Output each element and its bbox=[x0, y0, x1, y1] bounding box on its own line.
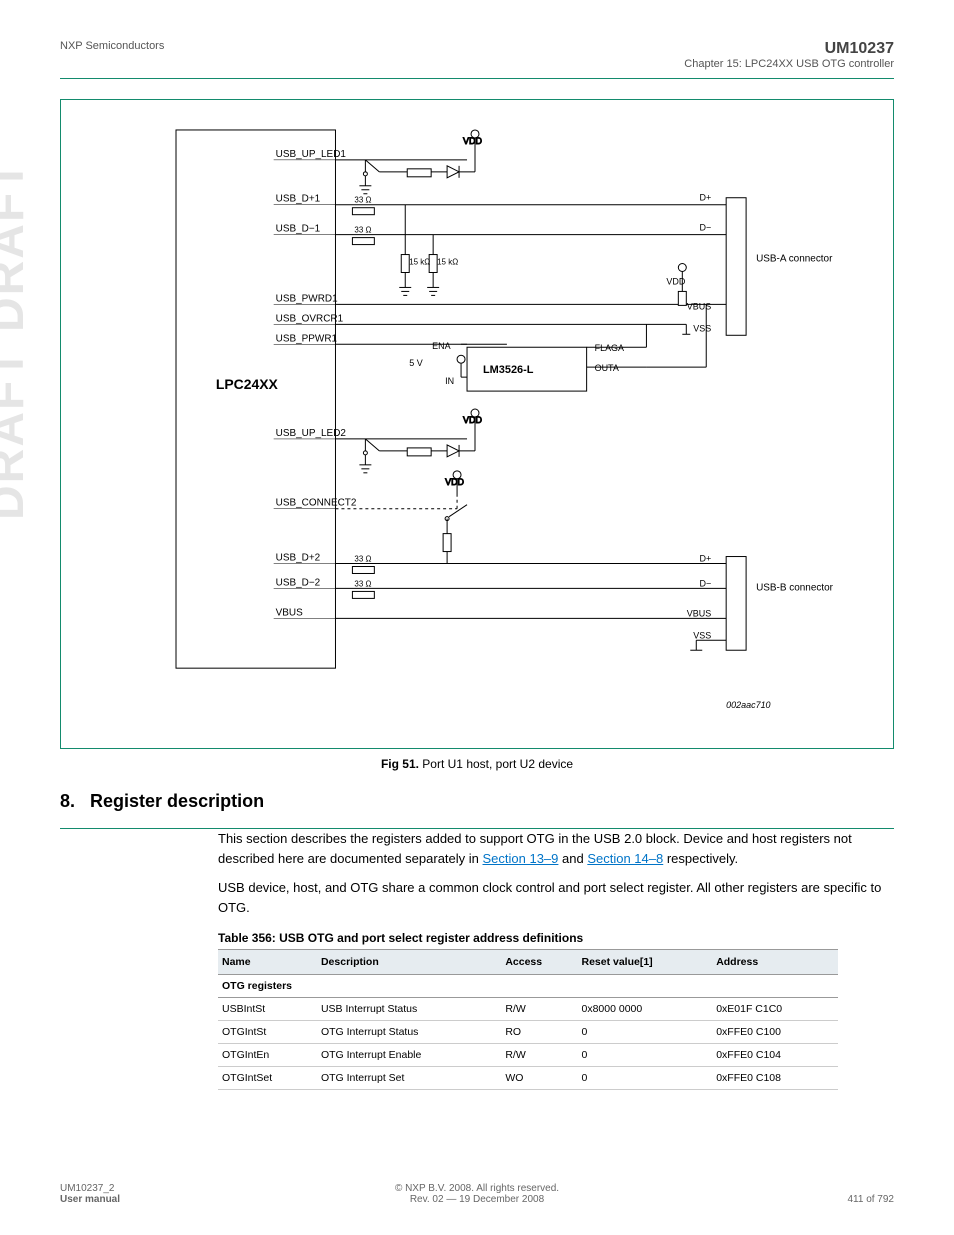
register-table: Name Description Access Reset value[1] A… bbox=[218, 949, 838, 1090]
svg-text:USB_D−1: USB_D−1 bbox=[276, 224, 321, 235]
svg-text:USB_UP_LED1: USB_UP_LED1 bbox=[276, 149, 347, 160]
svg-text:FLAGA: FLAGA bbox=[595, 343, 624, 353]
svg-text:D+: D+ bbox=[699, 193, 711, 203]
section-heading: 8. Register description bbox=[60, 791, 894, 812]
svg-text:VDD: VDD bbox=[666, 276, 685, 286]
figure-box: LPC24XX bbox=[60, 99, 894, 749]
col-access: Access bbox=[501, 950, 577, 975]
svg-text:002aac710: 002aac710 bbox=[726, 700, 770, 710]
svg-text:15 kΩ: 15 kΩ bbox=[409, 258, 430, 267]
svg-text:ENA: ENA bbox=[432, 341, 450, 351]
table-row: OTGIntStOTG Interrupt StatusRO00xFFE0 C1… bbox=[218, 1021, 838, 1044]
svg-text:33 Ω: 33 Ω bbox=[354, 226, 371, 235]
svg-text:USB-B connector: USB-B connector bbox=[756, 582, 834, 593]
svg-text:D−: D− bbox=[699, 223, 711, 233]
svg-text:VBUS: VBUS bbox=[687, 301, 711, 311]
header-left: NXP Semiconductors bbox=[60, 40, 164, 70]
header-chapter: Chapter 15: LPC24XX USB OTG controller bbox=[684, 58, 894, 70]
svg-text:VDD: VDD bbox=[463, 136, 482, 146]
draft-watermark: DRAFT DRAFT bbox=[0, 159, 35, 520]
svg-text:VBUS: VBUS bbox=[276, 607, 303, 618]
svg-text:15 kΩ: 15 kΩ bbox=[437, 258, 458, 267]
figure-caption: Fig 51. Port U1 host, port U2 device bbox=[60, 757, 894, 771]
svg-text:33 Ω: 33 Ω bbox=[354, 579, 371, 588]
table-row: USBIntStUSB Interrupt StatusR/W0x8000 00… bbox=[218, 998, 838, 1021]
col-reset: Reset value[1] bbox=[577, 950, 712, 975]
svg-text:VDD: VDD bbox=[463, 415, 482, 425]
link-section-13-9[interactable]: Section 13–9 bbox=[483, 851, 559, 866]
lpc-label: LPC24XX bbox=[216, 376, 279, 392]
table-row: OTGIntSetOTG Interrupt SetWO00xFFE0 C108 bbox=[218, 1067, 838, 1090]
col-addr: Address bbox=[712, 950, 838, 975]
page-footer: UM10237_2User manual © NXP B.V. 2008. Al… bbox=[60, 1183, 894, 1205]
svg-text:IN: IN bbox=[445, 376, 454, 386]
svg-text:5 V: 5 V bbox=[409, 358, 422, 368]
svg-text:USB_D−2: USB_D−2 bbox=[276, 577, 321, 588]
svg-text:USB-A connector: USB-A connector bbox=[756, 254, 833, 265]
link-section-14-8[interactable]: Section 14–8 bbox=[587, 851, 663, 866]
header-doc: UM10237 bbox=[684, 40, 894, 58]
col-name: Name bbox=[218, 950, 317, 975]
paragraph-2: USB device, host, and OTG share a common… bbox=[218, 878, 894, 917]
table-subheader: OTG registers bbox=[218, 975, 838, 998]
svg-text:USB_OVRCR1: USB_OVRCR1 bbox=[276, 313, 344, 324]
svg-text:LM3526-L: LM3526-L bbox=[483, 364, 534, 376]
svg-text:USB_PPWR1: USB_PPWR1 bbox=[276, 333, 338, 344]
table-caption: Table 356: USB OTG and port select regis… bbox=[218, 931, 894, 945]
svg-text:USB_UP_LED2: USB_UP_LED2 bbox=[276, 428, 347, 439]
svg-text:D−: D− bbox=[699, 578, 711, 588]
table-row: OTGIntEnOTG Interrupt EnableR/W00xFFE0 C… bbox=[218, 1044, 838, 1067]
page-header: NXP Semiconductors UM10237 Chapter 15: L… bbox=[60, 40, 894, 70]
svg-text:D+: D+ bbox=[699, 554, 711, 564]
svg-text:USB_CONNECT2: USB_CONNECT2 bbox=[276, 498, 357, 509]
paragraph-1: This section describes the registers add… bbox=[218, 829, 894, 868]
col-desc: Description bbox=[317, 950, 501, 975]
svg-text:33 Ω: 33 Ω bbox=[354, 555, 371, 564]
svg-text:VDD: VDD bbox=[445, 477, 464, 487]
svg-text:VBUS: VBUS bbox=[687, 608, 711, 618]
svg-text:VSS: VSS bbox=[693, 630, 711, 640]
svg-text:USB_D+1: USB_D+1 bbox=[276, 194, 321, 205]
svg-text:VSS: VSS bbox=[693, 323, 711, 333]
svg-text:USB_D+2: USB_D+2 bbox=[276, 553, 321, 564]
svg-text:33 Ω: 33 Ω bbox=[354, 196, 371, 205]
svg-text:USB_PWRD1: USB_PWRD1 bbox=[276, 293, 338, 304]
svg-text:OUTA: OUTA bbox=[595, 363, 619, 373]
